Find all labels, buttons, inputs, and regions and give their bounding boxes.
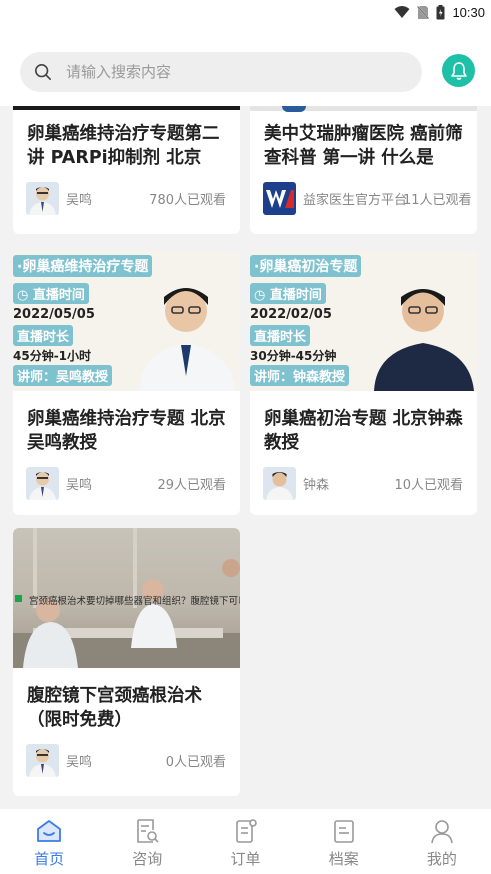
search-bar[interactable] — [20, 52, 422, 92]
banner-date: 2022/02/05 — [250, 307, 332, 322]
nav-item-profile[interactable]: 我的 — [393, 809, 491, 874]
course-thumbnail: ·卵巢癌初治专题 ◷ 直播时间 2022/02/05 直播时长 30分钟-45分… — [250, 251, 477, 391]
view-count: 0人已观看 — [165, 754, 226, 770]
nav-item-home[interactable]: 首页 — [0, 809, 98, 874]
doctor-avatar — [26, 743, 59, 777]
no-sim-icon — [417, 4, 430, 20]
nav-label: 我的 — [426, 850, 457, 868]
doctor-name: 益家医生官方平台 — [303, 192, 408, 208]
doctor-avatar — [263, 466, 296, 500]
course-card[interactable]: 宫颈癌根治术要切掉哪些器官和组织？腹腔镜下可以做吗？ 腹腔镜下宫颈癌根治术（限时… — [13, 528, 240, 796]
nav-label: 咨询 — [132, 850, 163, 868]
profile-icon — [431, 820, 453, 844]
bottom-nav: 首页 咨询 订单 档案 我的 — [0, 809, 491, 874]
nav-label: 首页 — [34, 850, 65, 868]
doctor-name: 吴鸣 — [66, 754, 93, 770]
course-title: 卵巢癌维持治疗专题 北京吴鸣教授 — [27, 409, 226, 453]
course-title: 卵巢癌维持治疗专题第二讲 PARPi抑制剂 北京 — [27, 124, 220, 168]
banner-time-label: ◷ 直播时间 — [13, 283, 89, 304]
thumbnail-fragment — [282, 106, 306, 112]
course-card[interactable]: ·卵巢癌初治专题 ◷ 直播时间 2022/02/05 直播时长 30分钟-45分… — [250, 251, 477, 515]
doctor-name: 吴鸣 — [66, 477, 93, 493]
course-card[interactable]: ·卵巢癌维持治疗专题 ◷ 直播时间 2022/05/05 直播时长 45分钟-1… — [13, 251, 240, 515]
nav-item-consult[interactable]: 咨询 — [98, 809, 196, 874]
nav-item-orders[interactable]: 订单 — [196, 809, 294, 874]
banner-heading: ·卵巢癌初治专题 — [250, 255, 362, 277]
course-title: 卵巢癌初治专题 北京钟森教授 — [264, 409, 463, 453]
view-count: 29人已观看 — [157, 477, 226, 493]
banner-duration: 45分钟-1小时 — [13, 349, 92, 363]
view-count: 10人已观看 — [394, 477, 463, 493]
doctor-name: 吴鸣 — [66, 192, 93, 208]
course-card[interactable]: 美中艾瑞肿瘤医院 癌前筛查科普 第一讲 什么是 益家医生官方平台 11人已观看 — [250, 106, 477, 234]
search-input[interactable] — [66, 63, 386, 81]
course-title: 美中艾瑞肿瘤医院 癌前筛查科普 第一讲 什么是 — [264, 124, 463, 168]
course-title: 腹腔镜下宫颈癌根治术（限时免费） — [27, 686, 202, 730]
banner-duration: 30分钟-45分钟 — [250, 349, 337, 363]
banner-duration-label: 直播时长 — [250, 325, 311, 346]
status-bar: 10:30 — [0, 0, 491, 28]
wifi-icon — [394, 6, 410, 18]
doctor-name: 钟森 — [303, 477, 330, 493]
doctor-avatar — [26, 181, 59, 215]
consult-icon — [137, 819, 159, 843]
nav-item-archive[interactable]: 档案 — [295, 809, 393, 874]
order-icon — [235, 819, 257, 843]
course-thumbnail — [13, 106, 240, 110]
banner-caption: 宫颈癌根治术要切掉哪些器官和组织？腹腔镜下可以做吗？ — [29, 596, 240, 607]
home-icon — [37, 820, 61, 842]
course-thumbnail: 宫颈癌根治术要切掉哪些器官和组织？腹腔镜下可以做吗？ — [13, 528, 240, 668]
banner-lecturer: 讲师：吴鸣教授 — [13, 365, 113, 386]
view-count: 780人已观看 — [149, 192, 226, 208]
nav-label: 档案 — [328, 850, 359, 868]
bell-icon — [450, 61, 467, 80]
nav-label: 订单 — [230, 850, 261, 868]
banner-time-label: ◷ 直播时间 — [250, 283, 326, 304]
course-feed[interactable]: 卵巢癌维持治疗专题第二讲 PARPi抑制剂 北京 吴鸣 780人已观看 美中艾瑞… — [0, 106, 491, 809]
doctor-avatar — [26, 466, 59, 500]
course-card[interactable]: 卵巢癌维持治疗专题第二讲 PARPi抑制剂 北京 吴鸣 780人已观看 — [13, 106, 240, 234]
header — [0, 28, 491, 106]
status-icons: 10:30 — [394, 3, 485, 21]
status-time: 10:30 — [452, 4, 485, 20]
banner-caption-marker — [15, 595, 22, 602]
banner-lecturer: 讲师：钟森教授 — [250, 365, 350, 386]
course-thumbnail: ·卵巢癌维持治疗专题 ◷ 直播时间 2022/05/05 直播时长 45分钟-1… — [13, 251, 240, 391]
view-count: 11人已观看 — [403, 192, 472, 208]
banner-duration-label: 直播时长 — [13, 325, 74, 346]
search-icon — [34, 63, 52, 81]
archive-icon — [333, 820, 354, 843]
platform-logo — [263, 181, 296, 215]
notification-button[interactable] — [442, 54, 475, 87]
battery-icon — [436, 4, 445, 19]
banner-heading: ·卵巢癌维持治疗专题 — [13, 255, 153, 277]
banner-date: 2022/05/05 — [13, 307, 95, 322]
